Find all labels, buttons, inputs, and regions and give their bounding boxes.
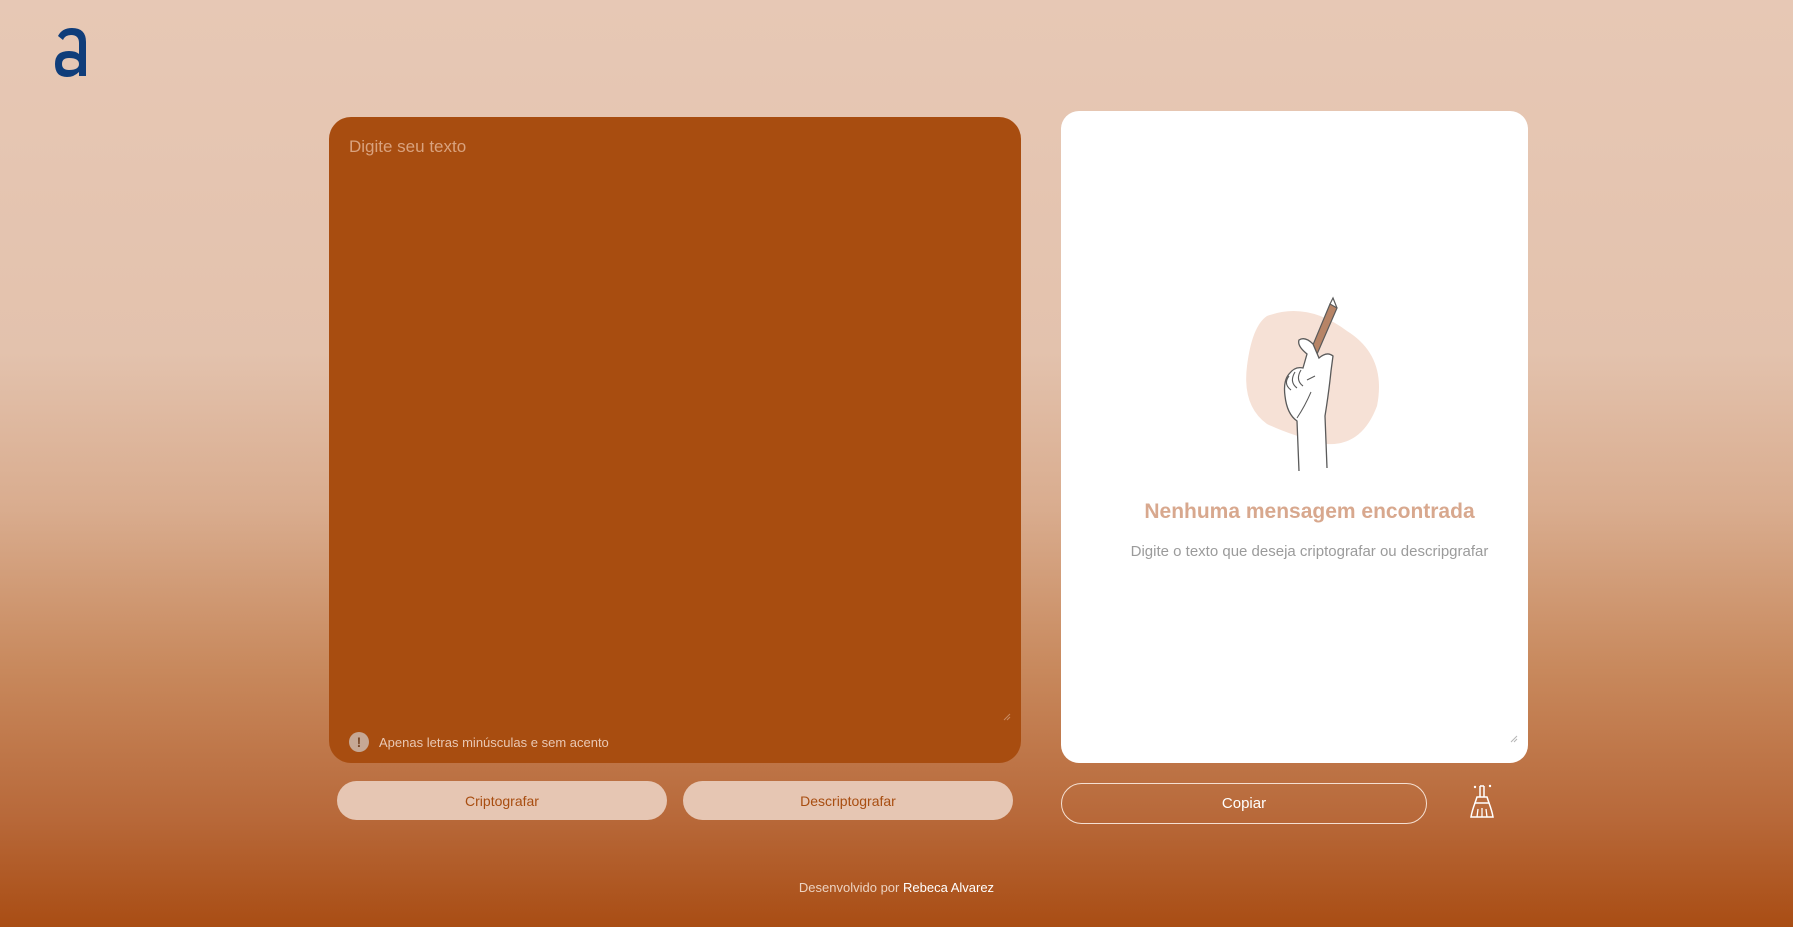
- empty-state-title: Nenhuma mensagem encontrada: [1144, 500, 1475, 523]
- footer-author-link[interactable]: Rebeca Alvarez: [903, 880, 994, 895]
- message-input[interactable]: [349, 137, 1009, 692]
- footer-prefix: Desenvolvido por: [798, 880, 900, 895]
- hand-holding-pencil-icon: [1246, 296, 1379, 471]
- output-panel: Nenhuma mensagem encontrada Digite o tex…: [1061, 111, 1528, 763]
- exclamation-icon: !: [349, 732, 369, 752]
- resize-grip-icon[interactable]: [1510, 735, 1518, 743]
- copy-button[interactable]: Copiar: [1061, 783, 1427, 824]
- footer: Desenvolvido por Rebeca Alvarez: [0, 880, 1793, 895]
- input-hint: ! Apenas letras minúsculas e sem acento: [349, 731, 609, 753]
- brand-logo-icon: [52, 26, 90, 78]
- empty-state-subtitle: Digite o texto que deseja criptografar o…: [1130, 543, 1489, 560]
- input-panel: ! Apenas letras minúsculas e sem acento: [329, 117, 1021, 763]
- decrypt-button[interactable]: Descriptografar: [683, 781, 1013, 820]
- broom-icon[interactable]: [1466, 783, 1498, 819]
- encrypt-button[interactable]: Criptografar: [337, 781, 667, 820]
- resize-grip-icon[interactable]: [1003, 713, 1011, 721]
- hint-text: Apenas letras minúsculas e sem acento: [379, 734, 609, 750]
